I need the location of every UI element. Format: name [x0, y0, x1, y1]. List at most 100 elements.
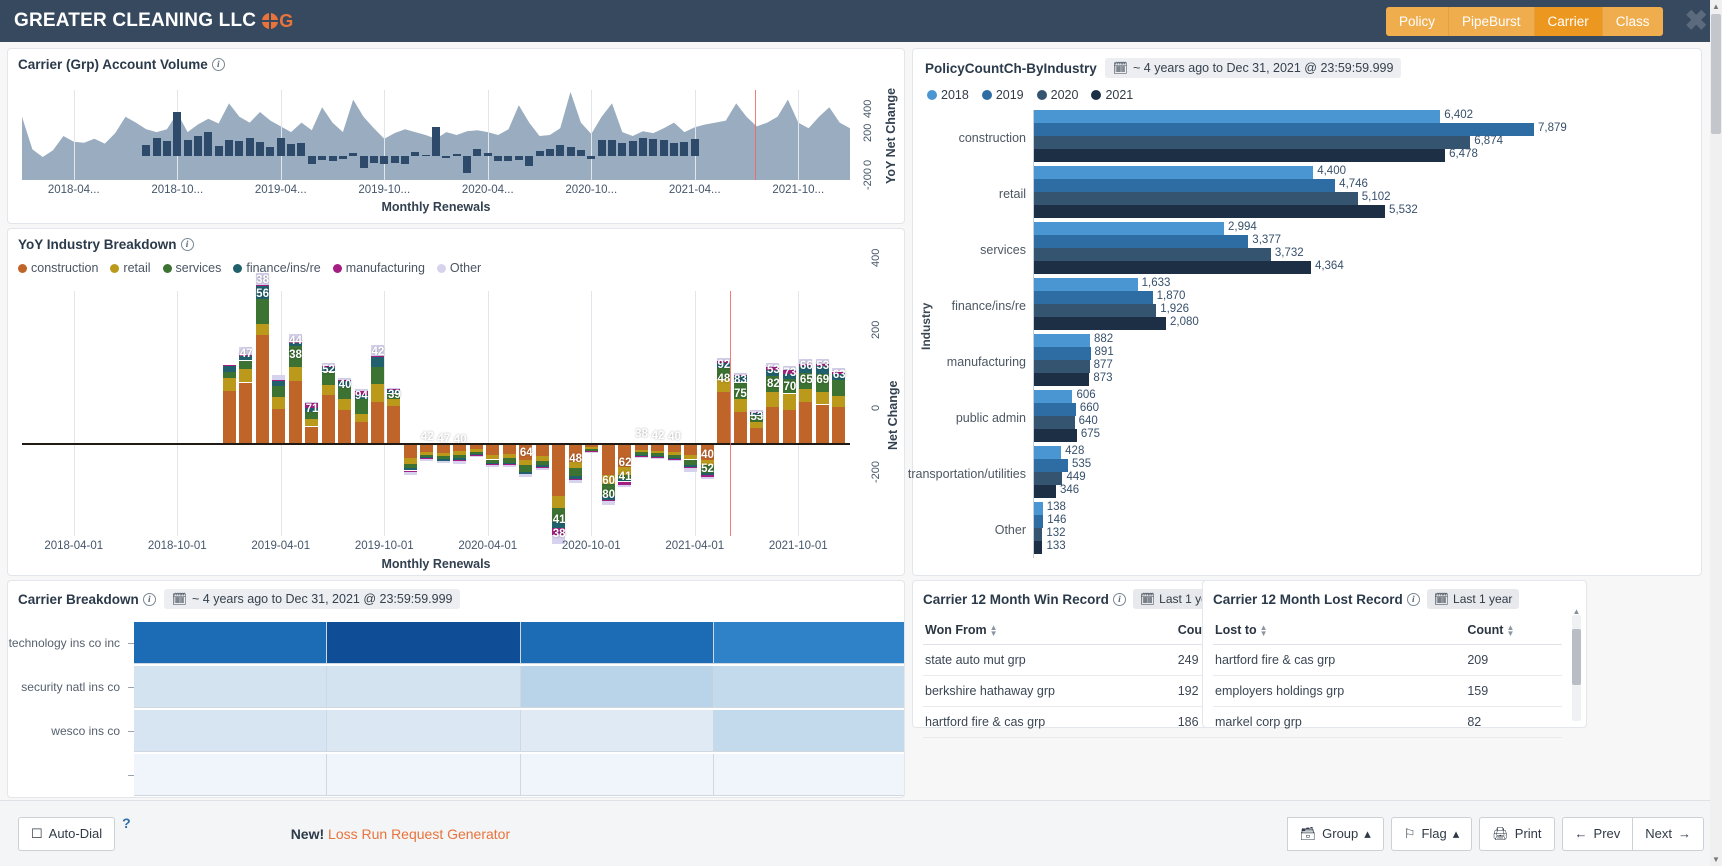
table-row[interactable]: employers holdings grp 159 — [1213, 675, 1562, 707]
policycount-legend-item[interactable]: 2019 — [981, 88, 1024, 102]
yoy-legend-item[interactable]: retail — [110, 261, 151, 275]
scrollbar-thumb[interactable] — [1572, 629, 1581, 685]
panel-policycount-by-industry: PolicyCountCh-ByIndustry 🗓 ~ 4 years ago… — [908, 48, 1702, 576]
account-volume-ylabel: YoY Net Change — [884, 87, 898, 184]
arrow-left-icon: ← — [1574, 826, 1588, 841]
close-icon[interactable]: ✖ — [1685, 7, 1708, 35]
heatmap-cell[interactable] — [713, 622, 904, 664]
carrier-breakdown-cells — [134, 622, 904, 664]
table-row[interactable]: hartford fire & cas grp 209 — [1213, 644, 1562, 676]
scroll-up-icon[interactable]: ▲ — [1572, 607, 1581, 616]
policycount-bar-value: 346 — [1059, 484, 1080, 496]
yoy-bar-value-label: 82 — [766, 377, 780, 390]
info-icon[interactable]: i — [142, 592, 156, 606]
page-scrollbar-thumb[interactable] — [1711, 14, 1721, 134]
yoy-stack-segment — [700, 477, 714, 480]
sort-icon[interactable]: ▲▼ — [990, 623, 998, 637]
carrier-breakdown-date-text: ~ 4 years ago to Dec 31, 2021 @ 23:59:59… — [192, 592, 453, 606]
policycount-bar-value: 4,364 — [1314, 260, 1344, 272]
tab-carrier[interactable]: Carrier — [1534, 6, 1603, 36]
lost-record-header: Carrier 12 Month Lost Record i 🗓 Last 1 … — [1203, 581, 1586, 609]
scroll-up-icon[interactable]: ▲ — [1710, 2, 1722, 11]
heatmap-cell[interactable] — [134, 754, 328, 796]
heatmap-cell[interactable] — [327, 666, 521, 708]
auto-dial-button[interactable]: ☐ Auto-Dial — [18, 816, 116, 851]
heatmap-cell[interactable] — [327, 754, 521, 796]
help-icon[interactable]: ? — [122, 815, 131, 831]
group-button[interactable]: 🗃 Group ▴ — [1286, 816, 1384, 851]
account-volume-xtick: 2020-10... — [565, 184, 618, 196]
yoy-legend: construction retail services finance/ins/re… — [8, 252, 904, 275]
lost-record-col-name[interactable]: Lost to ▲ ▼ — [1213, 619, 1466, 645]
yoy-legend-item[interactable]: construction — [18, 261, 98, 275]
carrier-breakdown-row[interactable]: wesco ins co — [8, 709, 904, 753]
flag-button[interactable]: ⚐ Flag ▴ — [1390, 816, 1473, 851]
carrier-breakdown-date-chip[interactable]: 🗓 ~ 4 years ago to Dec 31, 2021 @ 23:59:… — [163, 589, 461, 609]
loss-run-request-generator-link[interactable]: Loss Run Request Generator — [328, 826, 510, 842]
heatmap-cell[interactable] — [713, 754, 904, 796]
heatmap-cell[interactable] — [520, 754, 714, 796]
legend-dot-icon — [981, 90, 992, 100]
heatmap-cell[interactable] — [713, 710, 904, 752]
heatmap-cell[interactable] — [134, 710, 328, 752]
policycount-legend-item[interactable]: 2021 — [1091, 88, 1133, 102]
account-volume-bar — [587, 156, 596, 160]
heatmap-cell[interactable] — [327, 622, 521, 664]
info-icon[interactable]: i — [211, 58, 225, 71]
lost-record-range-chip[interactable]: 🗓 Last 1 year — [1426, 589, 1520, 609]
heatmap-cell[interactable] — [134, 666, 328, 708]
page-scrollbar[interactable]: ▲ ▼ — [1710, 0, 1722, 866]
print-button[interactable]: 🖨 Print — [1479, 816, 1555, 851]
table-row[interactable]: markel corp grp 82 — [1213, 706, 1562, 738]
account-volume-bar — [369, 156, 378, 164]
yoy-legend-item[interactable]: Other — [436, 261, 481, 275]
win-record-col-name[interactable]: Won From ▲ ▼ — [923, 619, 1176, 645]
policycount-bar-value: 3,377 — [1252, 234, 1282, 246]
yoy-legend-item[interactable]: manufacturing — [332, 261, 425, 275]
account-volume-bar — [639, 138, 647, 156]
yoy-stack-segment — [799, 402, 813, 443]
carrier-breakdown-row[interactable]: technology ins co inc — [8, 621, 904, 665]
yoy-legend-item[interactable]: services — [162, 261, 221, 275]
carrier-breakdown-row[interactable] — [8, 753, 904, 797]
info-icon[interactable]: i — [1406, 592, 1420, 606]
tab-class[interactable]: Class — [1602, 6, 1663, 36]
tab-policy[interactable]: Policy — [1385, 6, 1449, 36]
tab-pipeburst[interactable]: PipeBurst — [1448, 6, 1535, 36]
heatmap-cell[interactable] — [713, 666, 904, 708]
sort-icon[interactable]: ▲▼ — [1260, 623, 1268, 637]
policycount-legend-item[interactable]: 2018 — [927, 88, 969, 102]
yoy-legend-item[interactable]: finance/ins/re — [233, 261, 321, 275]
heatmap-cell[interactable] — [520, 710, 714, 752]
account-volume-bar — [318, 156, 327, 161]
policycount-bar: 146 — [1034, 514, 1701, 528]
heatmap-cell[interactable] — [327, 710, 521, 752]
carrier-breakdown-row[interactable]: security natl ins co — [8, 665, 904, 709]
info-icon[interactable]: i — [1112, 592, 1126, 606]
next-button[interactable]: Next → — [1632, 816, 1704, 851]
account-volume-bar — [421, 155, 430, 156]
scroll-down-icon[interactable]: ▼ — [1710, 855, 1722, 864]
heatmap-cell[interactable] — [520, 622, 714, 664]
win-record-title: Carrier 12 Month Win Record — [923, 591, 1109, 607]
yoy-stack-segment — [272, 408, 286, 443]
account-volume-xtick: 2020-04... — [461, 184, 514, 196]
yoy-chart: 47 38 56 44 38 71 52 40 94 42 39 42 47 40 64 41 38 48 60 80… — [8, 249, 906, 571]
account-volume-bar — [349, 152, 358, 156]
account-volume-bar — [690, 138, 699, 156]
account-volume-bar — [659, 140, 668, 156]
policycount-date-chip[interactable]: 🗓 ~ 4 years ago to Dec 31, 2021 @ 23:59:… — [1104, 58, 1402, 78]
account-volume-bar — [483, 152, 492, 156]
heatmap-cell[interactable] — [520, 666, 714, 708]
lost-record-scrollbar[interactable]: ▲ — [1572, 607, 1581, 721]
policycount-bar: 2,994 — [1034, 221, 1701, 235]
sort-icon[interactable]: ▲▼ — [1506, 623, 1514, 637]
lost-record-col-count[interactable]: Count ▲ ▼ — [1465, 619, 1562, 645]
info-icon[interactable]: i — [180, 238, 194, 251]
policycount-legend-item[interactable]: 2020 — [1036, 88, 1078, 102]
policycount-legend-label: 2021 — [1105, 88, 1134, 102]
yoy-bar-value-label: 71 — [305, 403, 319, 416]
policycount-bar: 2,080 — [1034, 316, 1701, 330]
prev-button[interactable]: ← Prev — [1561, 816, 1633, 851]
heatmap-cell[interactable] — [134, 622, 328, 664]
